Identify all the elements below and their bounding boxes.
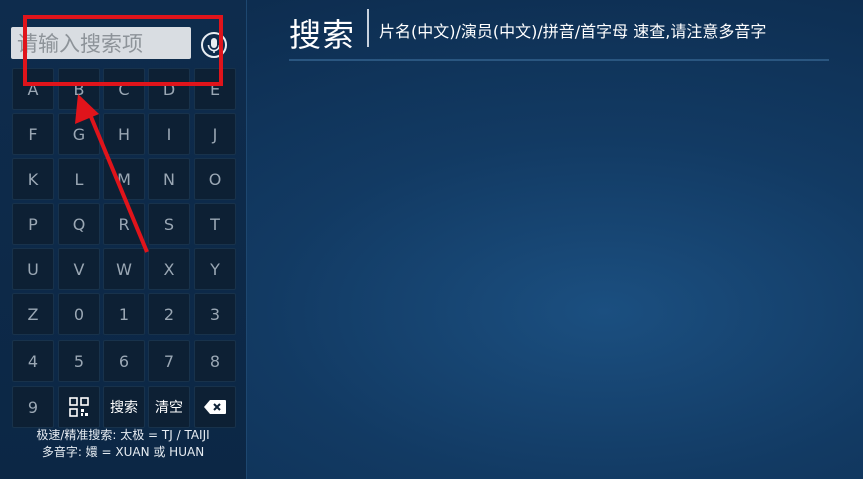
key-g[interactable]: G	[58, 113, 100, 155]
clear-key[interactable]: 清空	[148, 386, 190, 428]
key-v[interactable]: V	[58, 248, 100, 290]
key-r[interactable]: R	[103, 203, 145, 245]
key-1[interactable]: 1	[103, 293, 145, 335]
key-9[interactable]: 9	[12, 386, 54, 428]
key-y[interactable]: Y	[194, 248, 236, 290]
key-z[interactable]: Z	[12, 293, 54, 335]
key-q[interactable]: Q	[58, 203, 100, 245]
key-4[interactable]: 4	[12, 340, 54, 382]
key-u[interactable]: U	[12, 248, 54, 290]
title-underline	[289, 59, 829, 61]
search-hint-2: 多音字: 嬛 = XUAN 或 HUAN	[41, 445, 205, 459]
key-j[interactable]: J	[194, 113, 236, 155]
key-x[interactable]: X	[148, 248, 190, 290]
key-6[interactable]: 6	[103, 340, 145, 382]
qr-code-icon	[69, 397, 89, 417]
key-k[interactable]: K	[12, 158, 54, 200]
key-p[interactable]: P	[12, 203, 54, 245]
key-t[interactable]: T	[194, 203, 236, 245]
search-hint-1: 极速/精准搜索: 太极 = TJ / TAIJI	[36, 428, 210, 442]
backspace-icon	[204, 400, 226, 414]
search-instructions: 片名(中文)/演员(中文)/拼音/首字母 速查,请注意多音字	[379, 22, 767, 41]
backspace-key[interactable]	[194, 386, 236, 428]
key-f[interactable]: F	[12, 113, 54, 155]
key-h[interactable]: H	[103, 113, 145, 155]
key-3[interactable]: 3	[194, 293, 236, 335]
annotation-highlight-box	[23, 15, 223, 86]
key-o[interactable]: O	[194, 158, 236, 200]
search-key[interactable]: 搜索	[103, 386, 145, 428]
qr-code-key[interactable]	[58, 386, 100, 428]
key-7[interactable]: 7	[148, 340, 190, 382]
key-i[interactable]: I	[148, 113, 190, 155]
key-w[interactable]: W	[103, 248, 145, 290]
key-s[interactable]: S	[148, 203, 190, 245]
key-8[interactable]: 8	[194, 340, 236, 382]
page-title: 搜索	[289, 16, 356, 54]
key-m[interactable]: M	[103, 158, 145, 200]
key-2[interactable]: 2	[148, 293, 190, 335]
key-l[interactable]: L	[58, 158, 100, 200]
key-5[interactable]: 5	[58, 340, 100, 382]
key-n[interactable]: N	[148, 158, 190, 200]
key-0[interactable]: 0	[58, 293, 100, 335]
title-divider	[367, 9, 369, 47]
